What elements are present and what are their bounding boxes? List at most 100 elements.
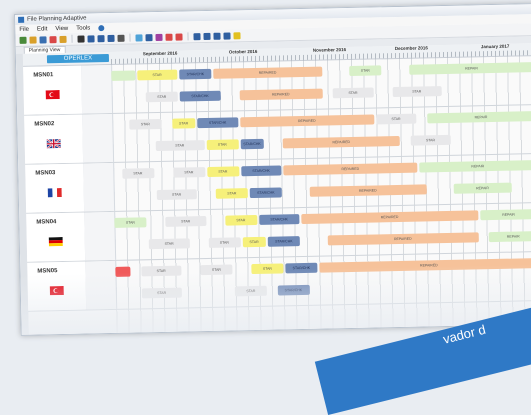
schedule-bar-grey[interactable]: STAR: [208, 237, 241, 248]
schedule-bar-grey[interactable]: STAR: [155, 140, 205, 152]
uk-flag-icon: [46, 135, 62, 150]
toolbar-button-icon[interactable]: [203, 32, 211, 40]
toolbar-button-icon[interactable]: [97, 34, 105, 42]
toolbar-button-icon[interactable]: [135, 33, 143, 41]
schedule-bar-blue[interactable]: STAR/CHK: [267, 236, 300, 247]
france-flag-icon: [47, 184, 62, 198]
aircraft-label-cell[interactable]: MSN05: [27, 261, 88, 311]
schedule-bar-green[interactable]: STAR: [349, 65, 382, 76]
msn-label: MSN02: [34, 121, 55, 128]
schedule-bar-green[interactable]: [111, 70, 135, 81]
schedule-bar-blue[interactable]: STAR/CHK: [197, 117, 238, 129]
turkey-flag-icon: [49, 282, 64, 296]
menu-edit[interactable]: Edit: [37, 26, 47, 32]
aircraft-label-cell[interactable]: MSN02: [24, 114, 85, 164]
toolbar-button-icon[interactable]: [117, 34, 125, 42]
toolbar-button-icon[interactable]: [193, 32, 201, 40]
schedule-bar-blue[interactable]: STAR/CHK: [240, 165, 282, 177]
schedule-bar-blue[interactable]: STAR/CHK: [240, 138, 264, 150]
schedule-bar-grey[interactable]: STAR: [200, 264, 233, 276]
schedule-bar-grey[interactable]: STAR: [141, 287, 182, 299]
schedule-bar-yellow[interactable]: STAR: [136, 69, 178, 81]
schedule-bar-orange[interactable]: REPAIRED: [239, 114, 374, 128]
msn-label: MSN05: [37, 268, 58, 275]
toolbar-button-icon[interactable]: [59, 35, 67, 43]
schedule-bar-grey[interactable]: STAR: [121, 168, 154, 179]
schedule-bar-yellow[interactable]: STAR: [215, 188, 248, 199]
toolbar-button-icon[interactable]: [165, 33, 173, 41]
month-label: November 2016: [312, 47, 347, 53]
schedule-bar-green[interactable]: REPAIR: [426, 111, 531, 124]
toolbar-button-icon[interactable]: [223, 31, 231, 40]
schedule-bar-grey[interactable]: STAR: [392, 86, 442, 98]
schedule-bar-yellow[interactable]: STAR: [224, 214, 257, 226]
window-title: File Planning Adaptive: [27, 15, 87, 23]
schedule-bar-grey[interactable]: STAR: [148, 238, 190, 250]
menu-tools[interactable]: Tools: [76, 25, 90, 31]
aircraft-label-cell[interactable]: MSN03: [25, 163, 86, 213]
aircraft-label-cell[interactable]: MSN01: [23, 65, 84, 115]
toolbar-button-icon[interactable]: [233, 31, 241, 39]
msn-label: MSN03: [35, 170, 56, 177]
toolbar-button-icon[interactable]: [49, 35, 57, 43]
schedule-bar-red[interactable]: [115, 266, 131, 277]
schedule-bar-grey[interactable]: STAR: [156, 189, 197, 201]
schedule-bar-blue[interactable]: STAR/CHK: [179, 68, 212, 80]
schedule-bar-green[interactable]: REPAIR: [408, 62, 531, 75]
subrow-column: [84, 211, 117, 261]
schedule-bar-yellow[interactable]: STAR: [206, 166, 239, 177]
toolbar-button-icon[interactable]: [77, 35, 85, 43]
schedule-bar-grey[interactable]: STAR: [332, 87, 374, 99]
schedule-bar-grey[interactable]: STAR: [172, 167, 205, 178]
schedule-bar-grey[interactable]: STAR: [375, 113, 417, 125]
toolbar-button-icon[interactable]: [29, 36, 37, 44]
schedule-bar-blue[interactable]: STAR/CHK: [258, 214, 300, 225]
schedule-bar-yellow[interactable]: STAR: [251, 263, 284, 275]
toolbar-separator: [129, 33, 131, 42]
menu-view[interactable]: View: [55, 25, 68, 31]
schedule-bar-orange[interactable]: REPAIRED: [327, 232, 479, 246]
schedule-bar-orange[interactable]: REPAIRED: [301, 210, 478, 225]
toolbar-button-icon[interactable]: [39, 35, 47, 43]
toolbar-separator: [71, 34, 73, 43]
schedule-bar-yellow[interactable]: STAR: [206, 139, 239, 151]
company-logo: OPERLEX: [46, 54, 110, 64]
app-icon: [18, 16, 25, 23]
gantt-grid: OPERLEX September 2016 October 2016 Novemb…: [22, 43, 531, 335]
schedule-bar-blue[interactable]: STAR/CHK: [277, 284, 310, 296]
schedule-bar-blue[interactable]: STAR/CHK: [285, 262, 318, 274]
schedule-bar-orange[interactable]: REPAIRED: [319, 258, 531, 273]
germany-flag-icon: [48, 233, 63, 247]
schedule-bar-grey[interactable]: STAR: [145, 91, 178, 103]
aircraft-label-cell[interactable]: MSN04: [26, 212, 87, 262]
schedule-bar-orange[interactable]: REPAIRED: [309, 184, 427, 197]
schedule-bar-orange[interactable]: REPAIRED: [282, 135, 400, 149]
schedule-bar-yellow[interactable]: STAR: [171, 118, 196, 129]
schedule-bar-blue[interactable]: STAR/CHK: [179, 90, 221, 102]
schedule-bar-green[interactable]: REPAIR: [488, 231, 531, 243]
schedule-bar-orange[interactable]: REPAIRED: [283, 162, 418, 176]
schedule-bar-grey[interactable]: STAR: [410, 134, 451, 146]
schedule-bar-grey[interactable]: STAR: [234, 285, 267, 297]
schedule-bar-green[interactable]: STAR: [114, 217, 147, 228]
toolbar-button-icon[interactable]: [145, 33, 153, 41]
toolbar-button-icon[interactable]: [87, 34, 95, 42]
menu-file[interactable]: File: [19, 26, 29, 32]
toolbar-button-icon[interactable]: [213, 32, 221, 40]
toolbar-button-icon[interactable]: [155, 33, 163, 41]
schedule-bar-green[interactable]: REPAIR: [419, 160, 531, 173]
schedule-bar-grey[interactable]: STAR: [129, 118, 162, 130]
schedule-bar-grey[interactable]: STAR: [140, 265, 182, 277]
toolbar-button-icon[interactable]: [175, 32, 183, 41]
schedule-bar-orange[interactable]: REPAIRED: [239, 88, 323, 101]
schedule-bar-blue[interactable]: STAR/CHK: [249, 187, 282, 199]
schedule-bar-green[interactable]: REPAIR: [453, 182, 512, 194]
toolbar-button-icon[interactable]: [107, 34, 115, 42]
aircraft-row: MSN05 STAR STAR STAR STAR/CHK REPAIRED STAR STA…: [27, 252, 531, 312]
schedule-bar-green[interactable]: REPAIR: [479, 209, 531, 221]
schedule-bar-grey[interactable]: STAR: [165, 216, 206, 227]
schedule-bar-orange[interactable]: REPAIRED: [213, 66, 322, 79]
toolbar-button-icon[interactable]: [19, 36, 27, 44]
help-icon[interactable]: [98, 24, 105, 31]
schedule-bar-yellow[interactable]: STAR: [242, 236, 266, 248]
